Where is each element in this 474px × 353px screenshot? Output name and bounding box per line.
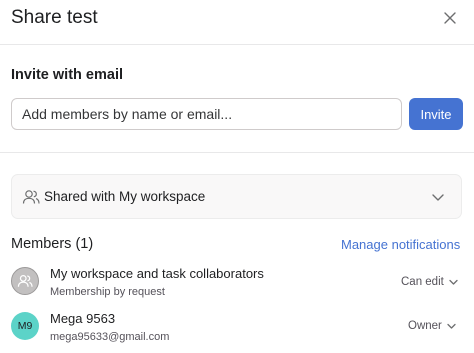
- avatar: [11, 267, 39, 295]
- close-icon: [444, 12, 456, 24]
- role-label: Can edit: [401, 276, 444, 288]
- dialog-header: Share test: [0, 0, 474, 45]
- access-dropdown[interactable]: Shared with My workspace: [11, 174, 462, 219]
- access-label: Shared with My workspace: [44, 189, 206, 204]
- member-subtitle: Membership by request: [50, 286, 165, 298]
- role-label: Owner: [408, 320, 442, 332]
- people-icon: [22, 190, 40, 204]
- chevron-down-icon: [432, 194, 444, 201]
- member-row: M9 Mega 9563 mega95633@gmail.com Owner: [0, 310, 474, 350]
- close-button[interactable]: [440, 8, 460, 28]
- member-name: Mega 9563: [50, 311, 116, 326]
- role-dropdown[interactable]: Owner: [408, 320, 456, 332]
- people-icon: [17, 274, 33, 287]
- invite-section-label: Invite with email: [11, 67, 123, 83]
- chevron-down-icon: [447, 323, 456, 329]
- role-dropdown[interactable]: Can edit: [401, 276, 458, 288]
- manage-notifications-link[interactable]: Manage notifications: [341, 237, 460, 252]
- invite-button[interactable]: Invite: [409, 98, 463, 130]
- dialog-title: Share test: [11, 7, 98, 28]
- member-name: My workspace and task collaborators: [50, 266, 264, 281]
- section-divider: [0, 152, 474, 153]
- chevron-down-icon: [449, 279, 458, 285]
- member-row: My workspace and task collaborators Memb…: [0, 265, 474, 305]
- member-email: mega95633@gmail.com: [50, 331, 170, 343]
- members-title: Members (1): [11, 236, 94, 252]
- avatar: M9: [11, 312, 39, 340]
- invite-email-input[interactable]: [11, 98, 402, 130]
